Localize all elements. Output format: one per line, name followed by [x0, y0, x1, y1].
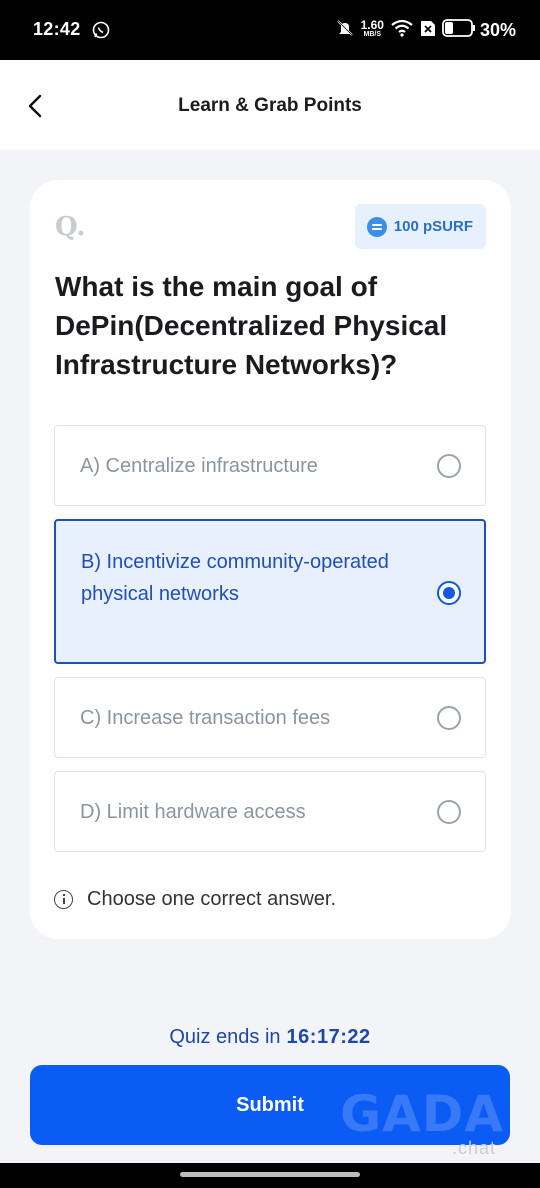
radio-button-selected[interactable]	[437, 581, 461, 605]
timer-label: Quiz ends in	[169, 1026, 281, 1048]
status-time: 12:42	[33, 19, 81, 39]
timer-value: 16:17:22	[286, 1026, 371, 1048]
battery: 30%	[442, 18, 516, 42]
battery-icon	[442, 18, 476, 42]
home-indicator[interactable]	[180, 1172, 360, 1177]
option-d[interactable]: D) Limit hardware access	[54, 771, 486, 852]
option-label: B) Incentivize community-operated physic…	[81, 551, 389, 605]
whatsapp-icon	[92, 21, 110, 44]
info-icon	[54, 890, 73, 909]
option-c[interactable]: C) Increase transaction fees	[54, 677, 486, 758]
option-label: A) Centralize infrastructure	[80, 455, 318, 477]
net-speed-unit: MB/S	[363, 31, 382, 38]
app-header: Learn & Grab Points	[0, 60, 540, 150]
radio-button[interactable]	[437, 706, 461, 730]
option-b[interactable]: B) Incentivize community-operated physic…	[54, 519, 486, 664]
submit-button[interactable]: Submit GADA	[30, 1065, 510, 1145]
question-label: Q.	[55, 212, 86, 242]
page-title: Learn & Grab Points	[178, 95, 362, 116]
option-a[interactable]: A) Centralize infrastructure	[54, 425, 486, 506]
reward-amount: 100 pSURF	[393, 218, 473, 235]
battery-percent: 30%	[479, 19, 516, 40]
net-speed-value: 1.60	[360, 18, 384, 32]
option-label: C) Increase transaction fees	[80, 707, 331, 729]
watermark-logo: GADA	[340, 1085, 504, 1143]
option-label: D) Limit hardware access	[80, 801, 306, 823]
watermark-suffix: .chat	[452, 1138, 497, 1158]
reward-badge: 100 pSURF	[354, 204, 486, 249]
submit-label: Submit	[236, 1093, 304, 1116]
status-bar: 12:42 1.60 MB/S 30%	[0, 0, 540, 60]
quiz-card: Q. 100 pSURF What is the main goal of De…	[30, 180, 511, 939]
wifi-icon	[390, 18, 414, 43]
mute-bell-icon	[335, 18, 355, 43]
net-speed: 1.60 MB/S	[360, 18, 384, 39]
radio-button[interactable]	[437, 454, 461, 478]
coin-icon	[366, 216, 387, 237]
quiz-timer: Quiz ends in 16:17:22	[0, 1026, 540, 1049]
navigation-bar	[0, 1163, 540, 1188]
hint-text: Choose one correct answer.	[87, 888, 337, 910]
radio-button[interactable]	[437, 800, 461, 824]
no-sim-icon	[420, 19, 436, 42]
hint: Choose one correct answer.	[54, 888, 336, 911]
question-text: What is the main goal of DePin(Decentral…	[55, 271, 448, 380]
